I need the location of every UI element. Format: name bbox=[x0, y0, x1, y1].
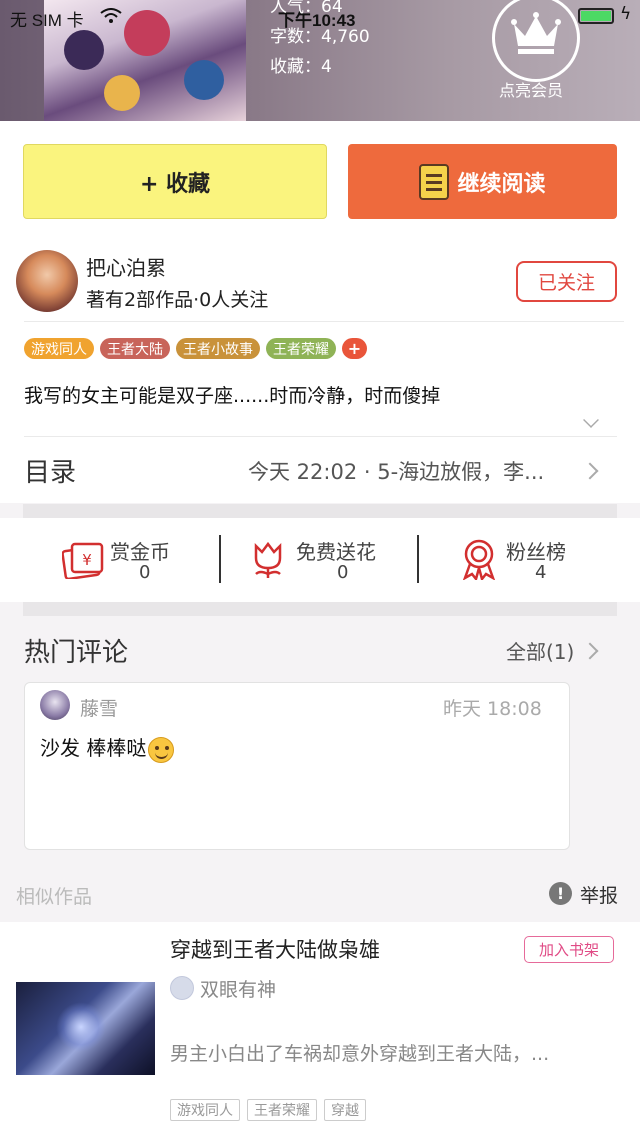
divider bbox=[417, 535, 419, 583]
comment-time: 昨天 18:08 bbox=[443, 698, 542, 720]
fan-ranking-count: 4 bbox=[535, 562, 547, 583]
book-icon bbox=[419, 163, 450, 200]
red-envelope-icon[interactable]: ¥ bbox=[62, 541, 104, 579]
continue-reading-button[interactable]: 继续阅读 bbox=[348, 144, 617, 219]
fan-ranking-label[interactable]: 粉丝榜 bbox=[506, 536, 566, 565]
reward-coin-count: 0 bbox=[139, 562, 151, 583]
medal-icon[interactable] bbox=[460, 538, 498, 580]
divider bbox=[24, 436, 617, 437]
stat-word-count: 字数：4,760 bbox=[270, 27, 370, 47]
add-tag-button[interactable]: + bbox=[342, 338, 367, 359]
add-to-shelf-button[interactable]: 加入书架 bbox=[524, 936, 614, 963]
tag-chip[interactable]: 王者大陆 bbox=[100, 338, 170, 359]
toc-latest-chapter[interactable]: 今天 22:02 · 5-海边放假，李... bbox=[248, 456, 544, 486]
comment-body: 沙发 棒棒哒 bbox=[40, 736, 147, 760]
author-meta: 著有2部作品·0人关注 bbox=[86, 289, 269, 311]
section-separator bbox=[23, 504, 617, 518]
hot-comments-title: 热门评论 bbox=[24, 638, 129, 668]
vip-label[interactable]: 点亮会员 bbox=[499, 77, 563, 101]
toc-label[interactable]: 目录 bbox=[24, 452, 76, 489]
wifi-icon bbox=[100, 8, 122, 23]
reward-coin-label[interactable]: 赏金币 bbox=[110, 536, 170, 565]
similar-book-description: 男主小白出了车祸却意外穿越到王者大陆，... bbox=[170, 1043, 550, 1065]
commenter-name[interactable]: 藤雪 bbox=[80, 694, 118, 721]
charging-bolt-icon: ϟ bbox=[620, 4, 632, 24]
commenter-avatar[interactable] bbox=[40, 690, 70, 720]
book-tag[interactable]: 游戏同人 bbox=[170, 1099, 240, 1121]
warning-icon[interactable]: ! bbox=[549, 882, 572, 905]
all-comments-link[interactable]: 全部(1) bbox=[506, 636, 574, 665]
section-separator bbox=[23, 602, 617, 616]
crown-icon bbox=[511, 12, 561, 54]
similar-book-author-avatar bbox=[170, 976, 194, 1000]
free-flower-count: 0 bbox=[337, 562, 349, 583]
tag-chip[interactable]: 王者荣耀 bbox=[266, 338, 336, 359]
stat-popularity: 人气：64 bbox=[270, 0, 343, 17]
similar-book-author[interactable]: 双眼有神 bbox=[200, 975, 276, 1002]
divider bbox=[24, 321, 624, 322]
flower-icon[interactable] bbox=[250, 540, 286, 580]
tag-chip[interactable]: 王者小故事 bbox=[176, 338, 260, 359]
similar-book-title[interactable]: 穿越到王者大陆做枭雄 bbox=[170, 934, 380, 964]
follow-button[interactable]: 已关注 bbox=[516, 261, 617, 302]
svg-text:¥: ¥ bbox=[82, 551, 92, 569]
divider bbox=[219, 535, 221, 583]
battery-icon bbox=[578, 8, 614, 24]
similar-works-label: 相似作品 bbox=[16, 886, 93, 908]
book-tag[interactable]: 穿越 bbox=[324, 1099, 366, 1121]
smiley-emoji-icon bbox=[148, 736, 175, 763]
continue-reading-label: 继续阅读 bbox=[457, 171, 546, 197]
similar-book-cover[interactable] bbox=[16, 982, 155, 1075]
similar-book-tags: 游戏同人 王者荣耀 穿越 bbox=[170, 1099, 366, 1121]
tag-chip[interactable]: 游戏同人 bbox=[24, 338, 94, 359]
book-description: 我写的女主可能是双子座......时而冷静，时而傻掉 bbox=[24, 385, 441, 407]
author-name[interactable]: 把心泊累 bbox=[86, 252, 166, 281]
book-tag[interactable]: 王者荣耀 bbox=[247, 1099, 317, 1121]
report-button[interactable]: 举报 bbox=[580, 881, 618, 908]
tag-list: 游戏同人 王者大陆 王者小故事 王者荣耀 + bbox=[24, 338, 367, 359]
stat-favorites: 收藏：4 bbox=[270, 57, 332, 77]
author-avatar[interactable] bbox=[16, 250, 78, 312]
comment-text: 沙发 棒棒哒 bbox=[40, 732, 175, 763]
chevron-right-icon[interactable] bbox=[581, 642, 599, 660]
add-favorite-button[interactable]: + 收藏 bbox=[23, 144, 327, 219]
status-carrier: 无 SIM 卡 bbox=[10, 11, 84, 30]
free-flower-label[interactable]: 免费送花 bbox=[296, 536, 376, 565]
